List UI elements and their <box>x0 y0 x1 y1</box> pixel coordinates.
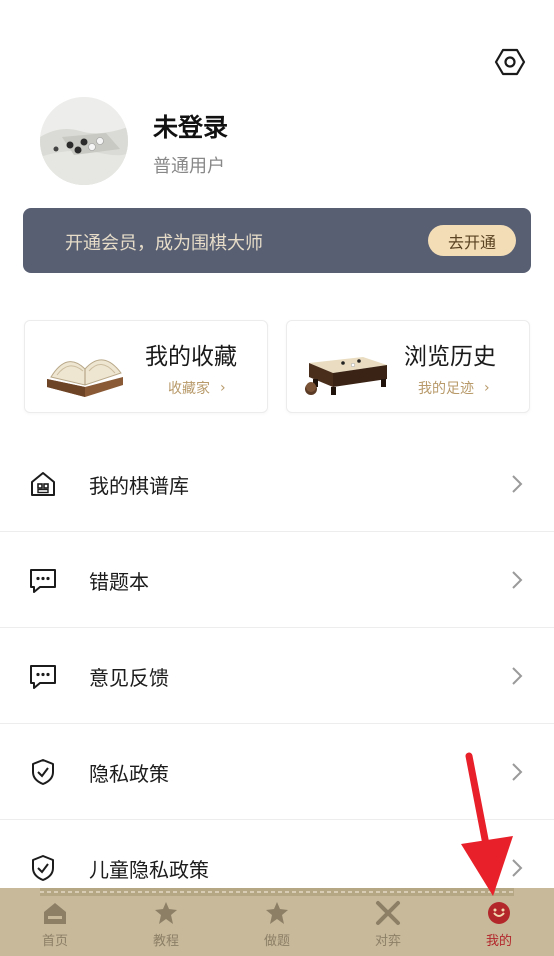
shield-check-icon <box>32 759 54 785</box>
book-icon <box>47 359 123 397</box>
settings-button[interactable] <box>494 46 526 78</box>
favorites-subtitle: 收藏家 › <box>168 378 226 398</box>
tab-label: 做题 <box>263 934 290 949</box>
favorites-subtitle-text: 收藏家 <box>168 381 210 397</box>
exercise-star-icon <box>266 902 288 924</box>
profile-icon <box>488 902 510 924</box>
decorative-pattern-border <box>40 888 514 896</box>
home-icon <box>44 903 66 924</box>
chevron-right-icon <box>512 667 523 685</box>
settings-hexagon-icon <box>494 48 526 76</box>
tab-play[interactable]: 对弈 <box>353 900 423 952</box>
tutorial-star-icon <box>155 902 177 924</box>
tab-label: 首页 <box>41 934 68 949</box>
chat-bubble-icon <box>30 569 56 593</box>
avatar[interactable] <box>40 97 128 185</box>
house-icon <box>31 472 55 496</box>
chevron-right-icon <box>512 571 523 589</box>
chevron-right-icon <box>512 763 523 781</box>
tab-tutorial[interactable]: 教程 <box>131 900 201 952</box>
menu-item-privacy-policy[interactable]: 隐私政策 <box>0 724 554 820</box>
crossed-swords-icon <box>376 901 400 925</box>
menu-item-label: 儿童隐私政策 <box>89 858 209 882</box>
menu-item-mistakes[interactable]: 错题本 <box>0 532 554 628</box>
history-subtitle-text: 我的足迹 <box>418 381 474 397</box>
chat-bubble-icon <box>30 665 56 689</box>
tab-home[interactable]: 首页 <box>20 900 90 952</box>
favorites-title: 我的收藏 <box>145 344 237 370</box>
vip-promo-text: 开通会员，成为围棋大师 <box>65 233 263 254</box>
menu-item-feedback[interactable]: 意见反馈 <box>0 628 554 724</box>
menu-item-label: 我的棋谱库 <box>89 474 189 498</box>
menu-list: 我的棋谱库 错题本 意见反馈 隐私政策 儿童隐私政策 <box>0 436 554 916</box>
tab-label: 我的 <box>485 934 512 949</box>
chevron-right-icon: › <box>220 380 226 396</box>
go-board-icon <box>305 357 387 395</box>
menu-item-label: 隐私政策 <box>89 762 169 786</box>
chevron-right-icon <box>512 475 523 493</box>
history-subtitle: 我的足迹 › <box>418 378 490 398</box>
history-title: 浏览历史 <box>404 344 496 370</box>
tab-label: 对弈 <box>374 934 401 949</box>
menu-item-label: 错题本 <box>89 570 149 594</box>
user-level: 普通用户 <box>153 156 225 177</box>
favorites-card[interactable]: 我的收藏 收藏家 › <box>24 320 268 413</box>
vip-banner[interactable]: 开通会员，成为围棋大师 去开通 <box>23 208 531 273</box>
vip-open-button[interactable]: 去开通 <box>428 225 516 256</box>
tab-exercise[interactable]: 做题 <box>242 900 312 952</box>
menu-item-game-library[interactable]: 我的棋谱库 <box>0 436 554 532</box>
user-name[interactable]: 未登录 <box>153 108 228 144</box>
history-card[interactable]: 浏览历史 我的足迹 › <box>286 320 530 413</box>
bottom-tab-bar: 首页 教程 做题 对弈 我的 <box>0 888 554 956</box>
tab-label: 教程 <box>152 934 179 949</box>
chevron-right-icon <box>512 859 523 877</box>
menu-item-label: 意见反馈 <box>89 666 169 690</box>
tab-profile[interactable]: 我的 <box>464 900 534 952</box>
chevron-right-icon: › <box>484 380 490 396</box>
shield-check-icon <box>32 855 54 881</box>
